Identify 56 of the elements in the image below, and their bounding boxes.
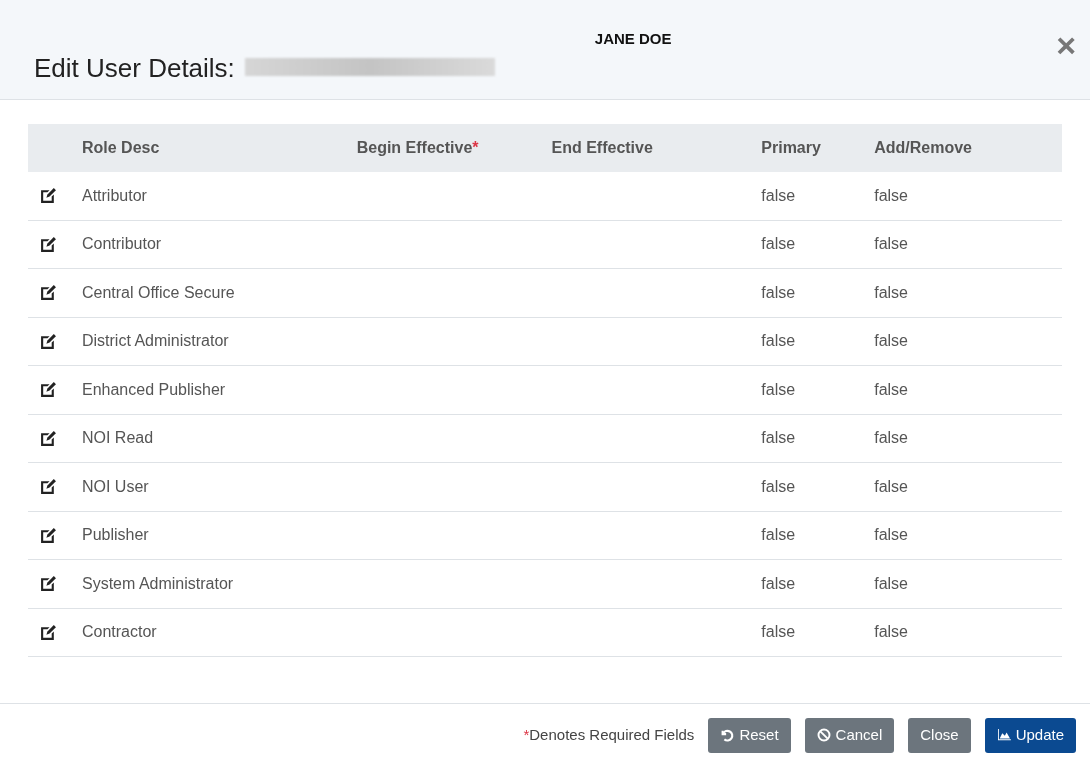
edit-icon[interactable] — [40, 526, 57, 544]
primary-cell: false — [761, 526, 796, 544]
edit-icon[interactable] — [40, 381, 57, 399]
primary-cell: false — [761, 574, 796, 592]
add-remove-cell: false — [874, 574, 908, 592]
update-button[interactable]: Update — [984, 717, 1076, 753]
undo-icon — [720, 728, 735, 742]
edit-icon[interactable] — [40, 284, 57, 302]
role-cell: Central Office Secure — [81, 283, 235, 301]
primary-cell: false — [761, 477, 796, 495]
add-remove-cell: false — [874, 186, 908, 204]
add-remove-cell: false — [874, 623, 908, 641]
role-cell: Publisher — [81, 526, 149, 544]
add-remove-cell: false — [874, 380, 908, 398]
user-name: JANE DOE — [594, 29, 672, 49]
role-cell: District Administrator — [81, 332, 229, 350]
edit-icon[interactable] — [40, 429, 57, 447]
primary-cell: false — [761, 380, 796, 398]
column-header: End Effective — [551, 139, 653, 156]
role-cell: Contractor — [81, 623, 157, 641]
column-header: Primary — [761, 139, 821, 156]
close-button[interactable]: Close — [908, 717, 971, 753]
add-remove-cell: false — [874, 477, 908, 495]
primary-cell: false — [761, 235, 796, 253]
role-cell: NOI User — [81, 477, 149, 495]
role-cell: System Administrator — [81, 574, 234, 592]
primary-cell: false — [761, 186, 796, 204]
area-chart-icon — [996, 729, 1011, 741]
column-header: Begin Effective* — [356, 139, 479, 156]
dialog-title: Edit User Details: — [34, 52, 235, 85]
primary-cell: false — [761, 283, 796, 301]
ban-icon — [816, 728, 831, 742]
role-cell: NOI Read — [81, 429, 154, 447]
close-button[interactable]: × — [1056, 28, 1076, 62]
column-header: Role Desc — [81, 139, 160, 156]
edit-icon[interactable] — [40, 187, 57, 205]
primary-cell: false — [761, 623, 796, 641]
required-fields-note: *Denotes Required Fields — [523, 724, 695, 745]
add-remove-cell: false — [874, 429, 908, 447]
add-remove-cell: false — [874, 283, 908, 301]
add-remove-cell: false — [874, 332, 908, 350]
edit-icon[interactable] — [40, 623, 57, 641]
role-cell: Enhanced Publisher — [81, 380, 226, 398]
edit-icon[interactable] — [40, 235, 57, 253]
role-cell: Contributor — [81, 235, 162, 253]
edit-icon[interactable] — [40, 332, 57, 350]
edit-icon[interactable] — [40, 478, 57, 496]
role-cell: Attributor — [81, 186, 147, 204]
primary-cell: false — [761, 332, 796, 350]
primary-cell: false — [761, 429, 796, 447]
reset-button[interactable]: Reset — [708, 717, 791, 753]
edit-icon[interactable] — [40, 575, 57, 593]
add-remove-cell: false — [874, 526, 908, 544]
cancel-button[interactable]: Cancel — [804, 717, 895, 753]
add-remove-cell: false — [874, 235, 908, 253]
column-header: Add/Remove — [874, 139, 972, 156]
